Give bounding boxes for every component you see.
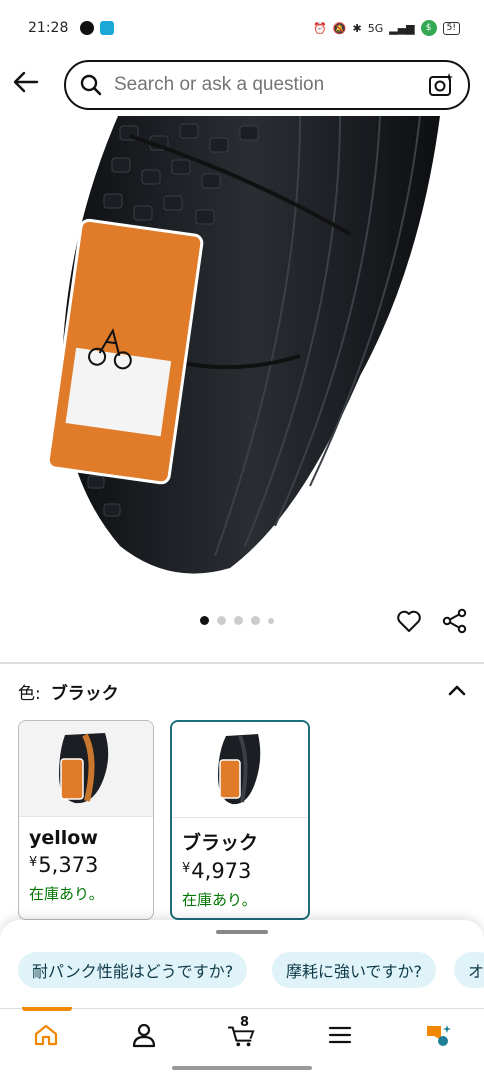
product-image[interactable] [0, 116, 484, 596]
search-icon [80, 74, 102, 96]
carousel-dot[interactable] [217, 616, 226, 625]
carousel-dot[interactable] [200, 616, 209, 625]
network-type: 5G [367, 21, 384, 35]
notification-icons [80, 21, 115, 35]
back-arrow-icon[interactable] [12, 68, 40, 96]
variation-option-black[interactable]: ブラック ¥4,973 在庫あり。 [170, 720, 310, 920]
variation-label: 色: [18, 683, 41, 704]
heart-icon[interactable] [396, 608, 422, 634]
bottom-navigation: 8 [0, 1007, 484, 1060]
mute-icon: 🔕 [332, 21, 347, 35]
stock-status: 在庫あり。 [29, 885, 104, 903]
carousel-dot[interactable] [234, 616, 243, 625]
gesture-bar [172, 1066, 312, 1070]
chevron-up-icon[interactable] [446, 680, 468, 702]
currency-symbol: ¥ [182, 861, 191, 876]
carousel-dot[interactable] [251, 616, 260, 625]
search-input[interactable] [114, 74, 428, 96]
variation-price: ¥4,973 [182, 859, 252, 883]
system-status-icons: ⏰ 🔕 ✱ 5G ▂▄▆ $ 5! [313, 20, 460, 36]
variation-thumbnail [172, 722, 308, 818]
status-bar: 21:28 ⏰ 🔕 ✱ 5G ▂▄▆ $ 5! [0, 0, 484, 56]
account-icon[interactable] [130, 1021, 158, 1049]
messenger-icon [80, 21, 95, 35]
variation-option-yellow[interactable]: yellow ¥5,373 在庫あり。 [18, 720, 154, 920]
suggestion-chip[interactable]: 摩耗に強いですか? [272, 952, 437, 988]
share-icon[interactable] [442, 608, 468, 634]
suggestion-chip[interactable]: オ [454, 952, 484, 988]
search-bar[interactable] [64, 60, 470, 110]
variation-name: ブラック [182, 832, 259, 854]
signal-icon: ▂▄▆ [389, 21, 415, 35]
battery-indicator: 5! [442, 21, 460, 35]
variation-price: ¥5,373 [29, 853, 99, 877]
variation-selected-value: ブラック [50, 683, 119, 704]
search-header [0, 56, 484, 116]
carousel-dot[interactable] [268, 617, 274, 624]
camera-search-icon[interactable] [428, 72, 454, 98]
app-notification-icon [100, 21, 115, 35]
drag-handle[interactable] [216, 930, 268, 934]
section-divider [0, 662, 484, 664]
rufus-icon[interactable] [424, 1021, 452, 1049]
alarm-icon: ⏰ [313, 21, 327, 35]
suggestion-chip[interactable]: 耐パンク性能はどうですか? [18, 952, 248, 988]
bluetooth-icon: ✱ [352, 21, 362, 35]
status-time: 21:28 [28, 20, 69, 36]
variation-thumbnail [19, 721, 153, 817]
home-icon[interactable] [32, 1021, 60, 1049]
active-tab-indicator [22, 1007, 72, 1011]
cart-count-badge: 8 [240, 1015, 250, 1030]
currency-symbol: ¥ [29, 855, 38, 870]
variation-name: yellow [29, 827, 98, 849]
variation-header[interactable]: 色: ブラック [18, 676, 468, 706]
image-carousel-dots[interactable] [200, 616, 274, 625]
vpn-icon: $ [420, 20, 437, 36]
stock-status: 在庫あり。 [182, 891, 257, 909]
menu-icon[interactable] [326, 1021, 354, 1049]
cart-icon[interactable]: 8 [228, 1015, 256, 1049]
rufus-suggestions-sheet[interactable]: 耐パンク性能はどうですか? 摩耗に強いですか? オ [0, 920, 484, 1010]
